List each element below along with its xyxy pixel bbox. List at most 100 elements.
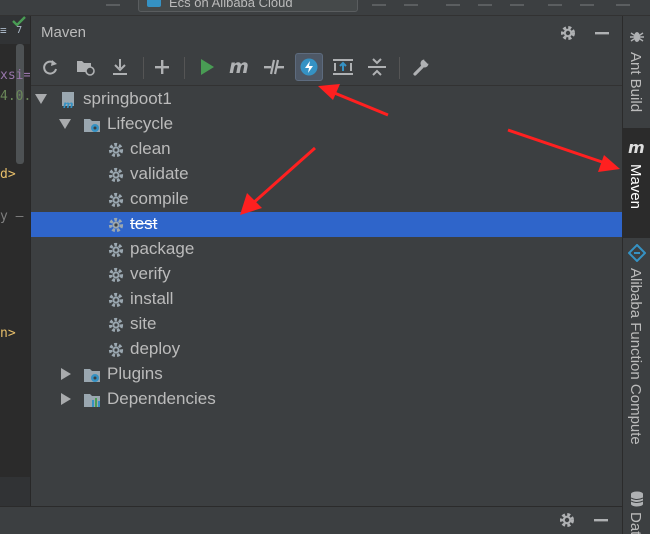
tab-label: Dat (627, 512, 644, 534)
svg-text:m: m (229, 58, 249, 76)
lifecycle-folder-icon (84, 119, 100, 132)
ant-icon (630, 32, 644, 42)
code-line: y — (0, 209, 24, 224)
maven-project-icon: m (62, 92, 74, 109)
goal-label: clean (130, 139, 171, 158)
run-config-label: Ecs on Alibaba Cloud (169, 0, 293, 10)
dependencies-label: Dependencies (107, 389, 216, 408)
svg-text:m: m (63, 100, 73, 109)
show-dependencies-icon (333, 59, 353, 75)
maven-m-icon: m (229, 58, 249, 76)
gear-icon (107, 166, 125, 184)
toolbar-separator (143, 57, 144, 79)
add-icon (155, 60, 169, 74)
collapsed-arrow-icon[interactable] (61, 393, 71, 405)
wrench-icon (413, 58, 430, 76)
goal-label: test (130, 214, 158, 233)
run-icon[interactable] (372, 0, 386, 6)
gear-icon[interactable] (557, 22, 579, 44)
run-button[interactable] (193, 53, 221, 81)
right-tool-window-strip: Ant Build m Maven Alibaba Function Compu… (622, 16, 650, 534)
tab-maven[interactable]: m Maven (623, 128, 650, 238)
stop-icon[interactable] (446, 0, 460, 6)
lifecycle-goal-compile[interactable]: compile (31, 187, 622, 212)
menu-lines-icon: ≡ (0, 24, 7, 37)
editor-gutter: ≡ 7 (0, 16, 30, 44)
tree-node-dependencies[interactable]: Dependencies (31, 387, 622, 412)
check-icon (12, 16, 26, 26)
dependencies-folder-icon (84, 394, 100, 407)
show-dependencies-button[interactable] (329, 53, 357, 81)
toggle-offline-button[interactable] (260, 53, 288, 81)
collapsed-arrow-icon[interactable] (61, 368, 71, 380)
gutter-count: 7 (16, 25, 23, 36)
goal-label: package (130, 239, 195, 258)
gear-icon (107, 266, 125, 284)
collapse-all-button[interactable] (363, 53, 391, 81)
lifecycle-goal-site[interactable]: site (31, 312, 622, 337)
reimport-button[interactable] (36, 53, 64, 81)
lifecycle-goal-verify[interactable]: verify (31, 262, 622, 287)
project-label: springboot1 (83, 89, 172, 108)
minimize-icon[interactable] (591, 22, 613, 44)
lifecycle-goal-package[interactable]: package (31, 237, 622, 262)
lifecycle-goal-validate[interactable]: validate (31, 162, 622, 187)
tab-label: Alibaba Function Compute (627, 268, 644, 445)
collapse-all-icon (368, 58, 386, 76)
gear-icon (107, 216, 125, 234)
gear-icon (107, 241, 125, 259)
debug-icon[interactable] (404, 0, 418, 6)
tab-ant-build[interactable]: Ant Build (623, 22, 650, 126)
goal-label: site (130, 314, 157, 333)
goal-label: verify (130, 264, 171, 283)
history-icon[interactable] (548, 0, 562, 6)
run-configuration-selector[interactable]: Ecs on Alibaba Cloud (138, 0, 358, 12)
tree-node-lifecycle[interactable]: Lifecycle (31, 112, 622, 137)
gear-icon (107, 141, 125, 159)
code-line: 4.0. (0, 89, 30, 104)
build-icon[interactable] (106, 0, 120, 6)
tab-alibaba-function-compute[interactable]: Alibaba Function Compute (623, 240, 650, 480)
main-toolbar: Ecs on Alibaba Cloud (0, 0, 650, 16)
vcs-commit-icon[interactable] (510, 0, 524, 6)
tree-node-plugins[interactable]: Plugins (31, 362, 622, 387)
bottom-tool-window-bar (0, 506, 622, 534)
tab-database[interactable]: Dat (623, 486, 650, 534)
lifecycle-goal-test[interactable]: test (31, 212, 622, 237)
tree-node-project[interactable]: m springboot1 (31, 87, 622, 112)
reload-icon (43, 60, 57, 75)
generate-sources-button[interactable] (71, 53, 99, 81)
editor-scrollbar[interactable] (16, 44, 24, 164)
svg-text:m: m (628, 138, 645, 156)
download-icon (113, 59, 127, 75)
generate-sources-icon (77, 61, 95, 76)
vcs-update-icon[interactable] (478, 0, 492, 6)
maven-toolbar: m (31, 50, 622, 86)
download-button[interactable] (106, 53, 134, 81)
search-everywhere-icon[interactable] (616, 0, 630, 6)
gear-icon (107, 191, 125, 209)
gear-icon (107, 316, 125, 334)
database-icon (630, 491, 644, 507)
maven-tool-window: Maven m m springboot1 Lifecycle clean va… (30, 16, 622, 506)
editor-fragment: ≡ 7 xsi= 4.0. d> y — n> (0, 16, 30, 476)
toggle-offline-icon (264, 59, 284, 75)
skip-tests-button[interactable] (295, 53, 323, 81)
goal-label: deploy (130, 339, 181, 358)
lifecycle-goal-deploy[interactable]: deploy (31, 337, 622, 362)
goal-label: install (130, 289, 174, 308)
execute-goal-button[interactable]: m (226, 53, 254, 81)
expand-arrow-icon[interactable] (59, 119, 71, 129)
cloud-config-icon (147, 0, 161, 7)
code-line: d> (0, 167, 16, 182)
tab-label: Maven (627, 164, 644, 210)
gear-icon[interactable] (556, 509, 578, 531)
goal-label: validate (130, 164, 189, 183)
lifecycle-goal-clean[interactable]: clean (31, 137, 622, 162)
add-project-button[interactable] (148, 53, 176, 81)
revert-icon[interactable] (580, 0, 594, 6)
minimize-icon[interactable] (590, 509, 612, 531)
lifecycle-goal-install[interactable]: install (31, 287, 622, 312)
settings-button[interactable] (407, 53, 435, 81)
expand-arrow-icon[interactable] (35, 94, 47, 104)
